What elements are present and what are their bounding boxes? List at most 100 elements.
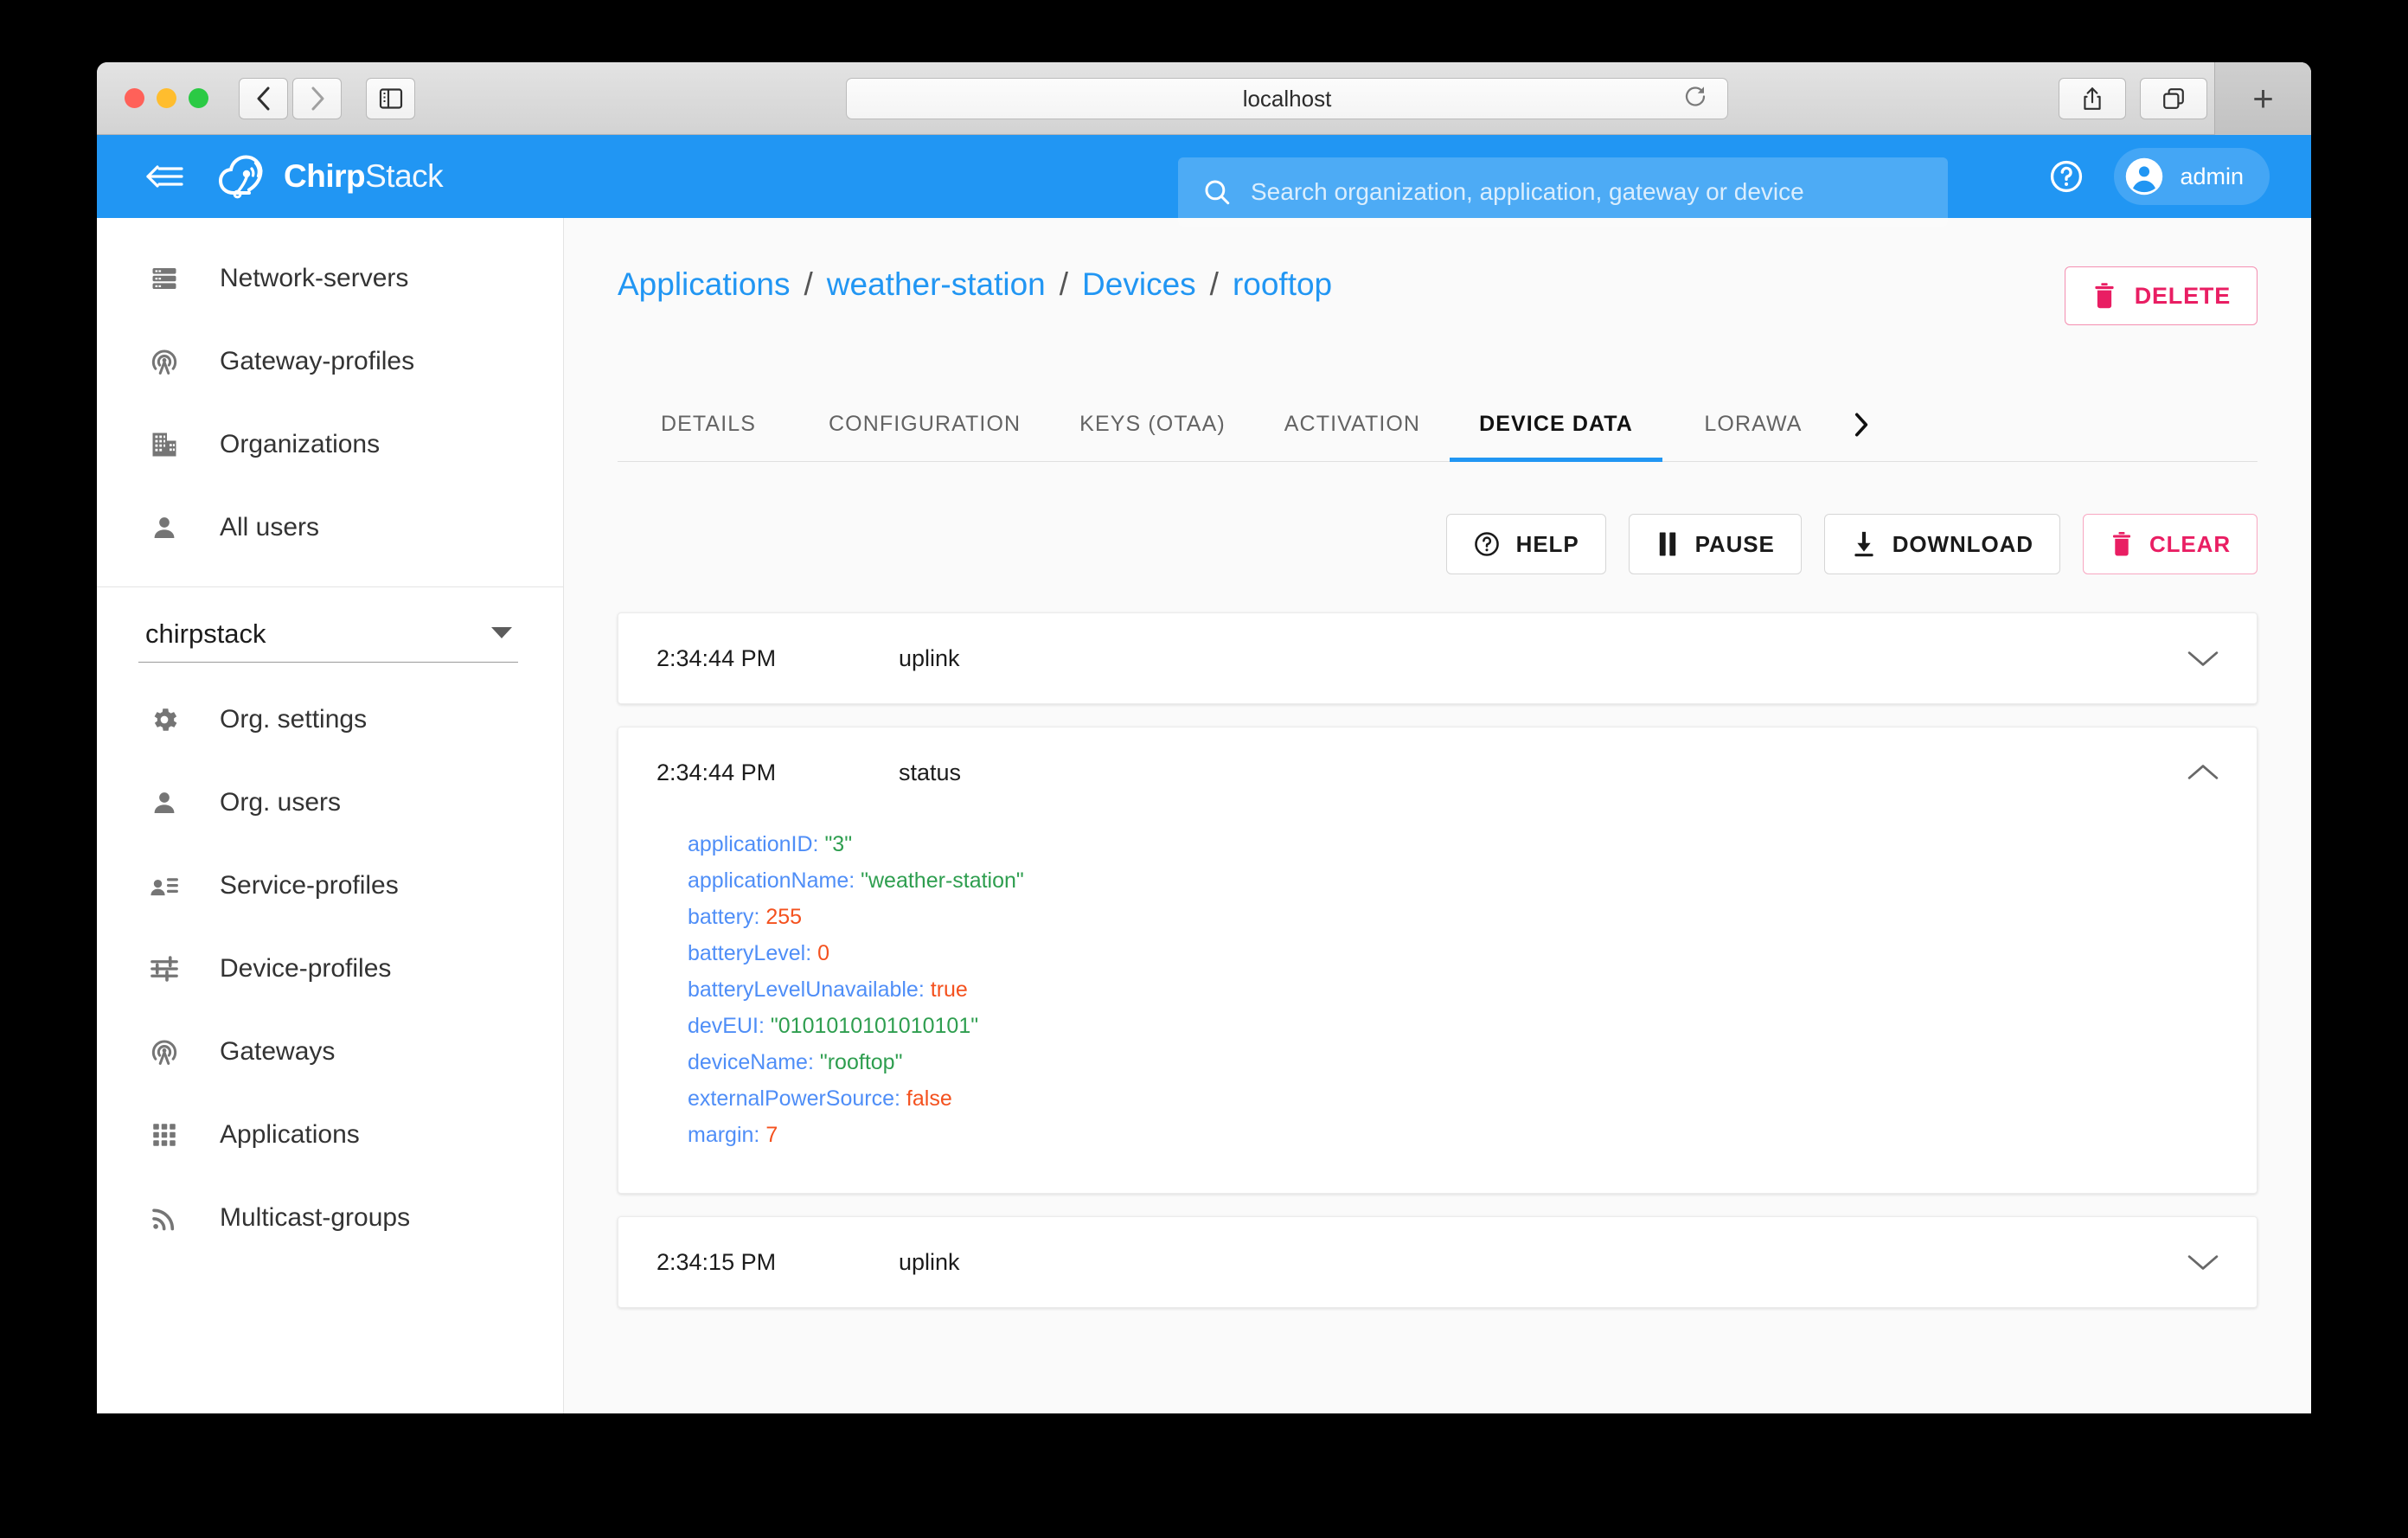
- breadcrumb-item-rooftop[interactable]: rooftop: [1233, 266, 1332, 303]
- json-key: externalPowerSource: [688, 1086, 895, 1111]
- reload-button[interactable]: [1682, 84, 1708, 114]
- organization-select[interactable]: chirpstack: [138, 610, 518, 663]
- clear-button-label: CLEAR: [2149, 530, 2231, 557]
- json-value: "weather-station": [861, 868, 1024, 893]
- sidebar-item-organizations[interactable]: Organizations: [97, 403, 563, 486]
- event-header[interactable]: 2:34:15 PM uplink: [618, 1217, 2257, 1307]
- person-icon: [145, 784, 183, 822]
- sidebar-item-org-settings[interactable]: Org. settings: [97, 678, 563, 761]
- chevron-up-icon: [2187, 765, 2219, 779]
- server-rack-icon: [145, 260, 183, 298]
- organization-select-value: chirpstack: [145, 618, 266, 649]
- sidebar-item-label: All users: [220, 513, 320, 542]
- menu-collapse-button[interactable]: [145, 162, 185, 191]
- tab-label: DETAILS: [660, 412, 757, 436]
- json-key: battery: [688, 905, 754, 929]
- forward-button[interactable]: [292, 77, 342, 119]
- new-tab-button[interactable]: +: [2214, 62, 2311, 135]
- tab-device-data[interactable]: DEVICE DATA: [1450, 388, 1662, 462]
- user-menu-label: admin: [2180, 163, 2244, 189]
- sidebar-item-gateway-profiles[interactable]: Gateway-profiles: [97, 320, 563, 403]
- json-colon: :: [753, 1123, 760, 1147]
- json-field: devEUI: "0101010101010101": [688, 1008, 2257, 1044]
- sidebar-item-network-servers[interactable]: Network-servers: [97, 237, 563, 320]
- tab-details[interactable]: DETAILS: [618, 388, 799, 461]
- trash-icon: [2095, 283, 2114, 309]
- chevron-down-icon: [2187, 1255, 2219, 1270]
- sidebar-item-label: Applications: [220, 1120, 360, 1149]
- pause-icon: [1659, 532, 1675, 556]
- json-key: applicationName: [688, 868, 849, 893]
- expand-toggle-button[interactable]: [2187, 649, 2219, 668]
- event-header[interactable]: 2:34:44 PM uplink: [618, 613, 2257, 703]
- browser-window: localhost + ChirpStack Search organizati…: [97, 62, 2311, 1413]
- share-icon: [2084, 87, 2101, 110]
- show-tabs-button[interactable]: [2140, 78, 2207, 119]
- header-right-controls: admin: [2048, 135, 2270, 218]
- user-menu-button[interactable]: admin: [2114, 148, 2270, 205]
- sidebar-item-label: Org. users: [220, 788, 342, 817]
- clear-button[interactable]: CLEAR: [2082, 514, 2258, 574]
- tab-label: KEYS (OTAA): [1079, 412, 1226, 436]
- brand-text: ChirpStack: [284, 158, 444, 195]
- json-key: margin: [688, 1123, 754, 1147]
- global-search-box[interactable]: [1178, 157, 1948, 227]
- help-button[interactable]: HELP: [1445, 514, 1606, 574]
- close-window-button[interactable]: [125, 88, 144, 108]
- tab-activation[interactable]: ACTIVATION: [1255, 388, 1450, 461]
- breadcrumb-item-devices[interactable]: Devices: [1082, 266, 1196, 303]
- sidebar: Network-servers Gateway-profiles Organiz…: [97, 218, 564, 1413]
- tab-lorawan-frames[interactable]: LORAWA: [1662, 388, 1844, 461]
- sidebar-item-device-profiles[interactable]: Device-profiles: [97, 927, 563, 1010]
- sliders-icon: [145, 950, 183, 988]
- show-sidebar-button[interactable]: [366, 77, 415, 119]
- json-key: devEUI: [688, 1014, 759, 1038]
- page-header: Applications / weather-station / Devices…: [618, 266, 2258, 325]
- sidebar-item-label: Organizations: [220, 430, 381, 458]
- sidebar-item-gateways[interactable]: Gateways: [97, 1010, 563, 1093]
- search-input[interactable]: [1251, 178, 1908, 206]
- json-field: applicationID: "3": [688, 826, 2257, 862]
- maximize-window-button[interactable]: [189, 88, 208, 108]
- json-value: "rooftop": [819, 1050, 903, 1074]
- download-button[interactable]: DOWNLOAD: [1823, 514, 2060, 574]
- pause-button[interactable]: PAUSE: [1628, 514, 1802, 574]
- app-body: Network-servers Gateway-profiles Organiz…: [97, 218, 2311, 1413]
- json-value: 255: [765, 905, 803, 929]
- minimize-window-button[interactable]: [157, 88, 176, 108]
- tab-label: LORAWA: [1704, 412, 1803, 436]
- sidebar-item-label: Org. settings: [220, 705, 368, 734]
- tab-label: DEVICE DATA: [1479, 412, 1633, 436]
- event-header[interactable]: 2:34:44 PM status: [618, 727, 2257, 817]
- event-card: 2:34:44 PM status applicationID: "3" app…: [618, 727, 2258, 1194]
- breadcrumb-item-applications[interactable]: Applications: [618, 266, 791, 303]
- tab-configuration[interactable]: CONFIGURATION: [799, 388, 1050, 461]
- collapse-toggle-button[interactable]: [2187, 763, 2219, 782]
- sidebar-item-org-users[interactable]: Org. users: [97, 761, 563, 844]
- tab-keys-otaa[interactable]: KEYS (OTAA): [1050, 388, 1255, 461]
- expand-toggle-button[interactable]: [2187, 1253, 2219, 1272]
- json-colon: :: [918, 977, 925, 1002]
- new-tab-label: +: [2252, 78, 2274, 119]
- device-data-toolbar: HELP PAUSE DOWNLOAD CLEAR: [618, 514, 2258, 574]
- event-time: 2:34:44 PM: [656, 644, 777, 671]
- delete-button[interactable]: DELETE: [2064, 266, 2258, 325]
- sidebar-item-label: Multicast-groups: [220, 1203, 411, 1232]
- breadcrumb-item-weather-station[interactable]: weather-station: [827, 266, 1046, 303]
- chirpstack-cloud-logo-icon: [218, 155, 263, 199]
- sidebar-item-label: Service-profiles: [220, 871, 399, 900]
- sidebar-item-service-profiles[interactable]: Service-profiles: [97, 844, 563, 927]
- sidebar-item-applications[interactable]: Applications: [97, 1093, 563, 1176]
- share-button[interactable]: [2059, 78, 2126, 119]
- gear-icon: [145, 701, 183, 739]
- help-button-label: HELP: [1515, 530, 1579, 557]
- address-bar[interactable]: localhost: [846, 78, 1728, 119]
- main-content: Applications / weather-station / Devices…: [564, 218, 2311, 1413]
- help-button[interactable]: [2048, 158, 2085, 195]
- breadcrumb-separator: /: [804, 266, 813, 302]
- sidebar-item-multicast-groups[interactable]: Multicast-groups: [97, 1176, 563, 1259]
- brand-logo[interactable]: ChirpStack: [218, 151, 444, 202]
- back-button[interactable]: [239, 77, 288, 119]
- tabs-scroll-next-button[interactable]: [1844, 388, 1872, 461]
- sidebar-item-all-users[interactable]: All users: [97, 486, 563, 569]
